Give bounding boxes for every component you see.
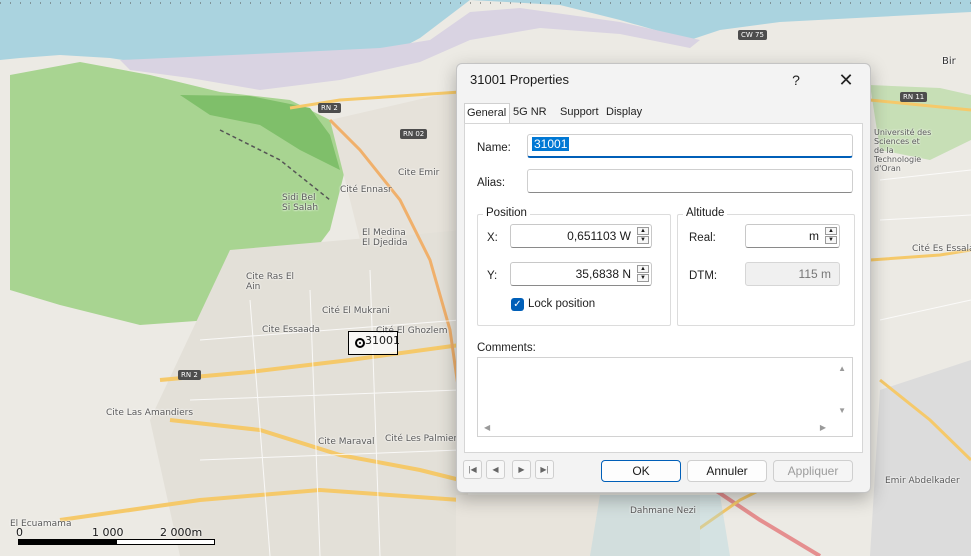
y-label: Y: — [487, 270, 498, 282]
scale-bar: 0 1 000 2 000m — [8, 520, 228, 550]
map-label: Cite Emir — [398, 168, 440, 178]
scale-tick: 0 — [16, 526, 23, 539]
name-value: 31001 — [532, 137, 570, 151]
tab-support[interactable]: Support — [558, 103, 602, 123]
spin-up-icon[interactable]: ▲ — [637, 227, 649, 235]
map-label: Cité Es Essalam — [912, 244, 971, 254]
scale-bar-graphic — [18, 539, 215, 545]
help-button[interactable]: ? — [773, 64, 819, 96]
road-shield: RN 2 — [178, 370, 201, 380]
tab-general[interactable]: General — [464, 103, 510, 124]
map-label: Cité Ennasr — [340, 185, 392, 195]
comments-label: Comments: — [477, 342, 536, 354]
properties-dialog: 31001 Properties ? ✕ General 5G NR Suppo… — [456, 63, 871, 493]
spin-down-icon[interactable]: ▼ — [637, 236, 649, 244]
cancel-button[interactable]: Annuler — [687, 460, 767, 482]
x-coordinate-value: 0,651103 W — [567, 229, 631, 243]
next-record-icon[interactable]: ▶ — [512, 460, 531, 479]
tab-5g-nr[interactable]: 5G NR — [511, 103, 553, 123]
map-label: El Medina El Djedida — [362, 228, 408, 248]
tab-display[interactable]: Display — [604, 103, 648, 123]
scale-tick: 2 000m — [160, 526, 203, 539]
map-label: Bir — [942, 56, 956, 67]
spin-up-icon[interactable]: ▲ — [637, 265, 649, 273]
alias-label: Alias: — [477, 177, 506, 189]
position-group-title: Position — [483, 207, 530, 219]
scroll-down-icon[interactable]: ▼ — [838, 406, 846, 415]
comments-textarea[interactable]: ▲ ▼ ◀ ▶ — [477, 357, 853, 437]
map-label: Sidi Bel Si Salah — [282, 193, 319, 213]
spin-down-icon[interactable]: ▼ — [825, 236, 837, 244]
ok-button[interactable]: OK — [601, 460, 681, 482]
general-tab-panel: Name: 31001 Alias: Position X: 0,651103 … — [464, 123, 863, 453]
last-record-icon[interactable]: ▶| — [535, 460, 554, 479]
map-label: Cite Essaada — [262, 325, 321, 335]
spin-down-icon[interactable]: ▼ — [637, 274, 649, 282]
site-marker[interactable]: 31001 — [348, 331, 400, 355]
map-label: Cite Maraval — [318, 437, 375, 447]
close-button[interactable]: ✕ — [823, 64, 869, 96]
x-coordinate-input[interactable]: 0,651103 W ▲ ▼ — [510, 224, 652, 248]
scroll-up-icon[interactable]: ▲ — [838, 364, 846, 373]
real-altitude-spinner: ▲ ▼ — [825, 227, 837, 245]
y-spinner: ▲ ▼ — [637, 265, 649, 283]
scroll-left-icon[interactable]: ◀ — [484, 423, 490, 432]
lock-position-label[interactable]: Lock position — [528, 298, 595, 310]
dialog-titlebar[interactable]: 31001 Properties ? ✕ — [457, 64, 870, 96]
dtm-label: DTM: — [689, 270, 718, 282]
scale-tick: 1 000 — [92, 526, 124, 539]
site-marker-label: 31001 — [365, 334, 400, 347]
map-label: Université des Sciences et de la Technol… — [874, 128, 932, 173]
road-shield: RN 2 — [318, 103, 341, 113]
x-label: X: — [487, 232, 498, 244]
y-coordinate-input[interactable]: 35,6838 N ▲ ▼ — [510, 262, 652, 286]
map-label: Emir Abdelkader — [885, 476, 960, 486]
y-coordinate-value: 35,6838 N — [575, 267, 631, 281]
map-label: Cité Les Palmiers — [385, 434, 462, 444]
name-input[interactable]: 31001 — [527, 134, 853, 158]
road-shield: CW 75 — [738, 30, 767, 40]
road-shield: RN 11 — [900, 92, 928, 102]
map-label: Cite Las Amandiers — [106, 408, 194, 418]
road-shield: RN 02 — [400, 129, 428, 139]
map-label: Cité El Mukrani — [322, 306, 390, 316]
dialog-footer: |◀ ◀ ▶ ▶| OK Annuler Appliquer — [457, 456, 870, 492]
dialog-title: 31001 Properties — [470, 72, 570, 87]
dtm-value-field: 115 m — [745, 262, 840, 286]
real-altitude-input[interactable]: m ▲ ▼ — [745, 224, 840, 248]
apply-button[interactable]: Appliquer — [773, 460, 853, 482]
spin-up-icon[interactable]: ▲ — [825, 227, 837, 235]
first-record-icon[interactable]: |◀ — [463, 460, 482, 479]
map-label: Dahmane Nezi — [630, 506, 697, 516]
real-altitude-value: m — [809, 229, 819, 243]
dtm-value: 115 m — [798, 267, 831, 281]
alias-input[interactable] — [527, 169, 853, 193]
map-label: Cite Ras El Ain — [246, 272, 295, 292]
site-pin-icon — [355, 338, 365, 348]
name-label: Name: — [477, 142, 511, 154]
altitude-group-title: Altitude — [683, 207, 728, 219]
real-altitude-label: Real: — [689, 232, 716, 244]
x-spinner: ▲ ▼ — [637, 227, 649, 245]
scroll-right-icon[interactable]: ▶ — [820, 423, 826, 432]
previous-record-icon[interactable]: ◀ — [486, 460, 505, 479]
lock-position-checkbox[interactable]: ✓ — [511, 298, 524, 311]
